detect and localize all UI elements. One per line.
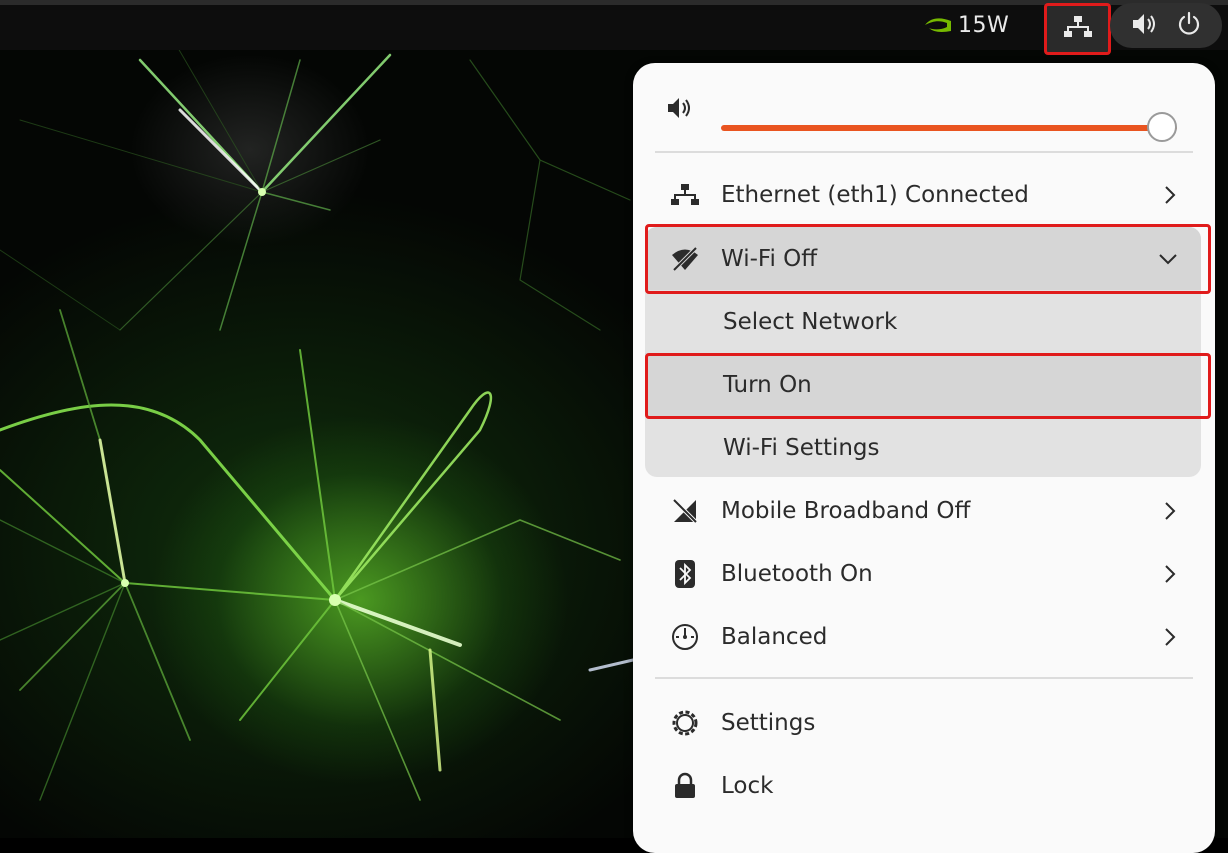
wifi-select-network[interactable]: Select Network bbox=[645, 290, 1201, 353]
wired-network-icon bbox=[661, 180, 709, 210]
mobile-broadband-off-icon bbox=[661, 496, 709, 526]
select-network-label: Select Network bbox=[723, 308, 898, 335]
settings-label: Settings bbox=[721, 709, 816, 736]
lock-label: Lock bbox=[721, 772, 774, 799]
wifi-settings-label: Wi-Fi Settings bbox=[723, 434, 880, 461]
nvidia-logo-icon bbox=[922, 14, 954, 36]
wifi-label: Wi-Fi Off bbox=[721, 245, 818, 272]
volume-slider-handle[interactable] bbox=[1147, 112, 1177, 142]
speaker-icon bbox=[666, 95, 694, 125]
quick-settings-menu: Ethernet (eth1) Connected Wi-Fi Off Sele… bbox=[633, 63, 1215, 853]
separator bbox=[655, 677, 1193, 679]
power-profile-row[interactable]: Balanced bbox=[633, 605, 1215, 668]
settings-row[interactable]: Settings bbox=[633, 691, 1215, 754]
speaker-icon bbox=[1131, 12, 1159, 40]
chevron-right-icon bbox=[1155, 564, 1185, 584]
network-indicator-button[interactable] bbox=[1044, 3, 1111, 55]
gear-icon bbox=[661, 708, 709, 738]
speedometer-icon bbox=[661, 622, 709, 652]
volume-slider-track[interactable] bbox=[721, 125, 1177, 131]
chevron-right-icon bbox=[1155, 627, 1185, 647]
bluetooth-row[interactable]: Bluetooth On bbox=[633, 542, 1215, 605]
bluetooth-label: Bluetooth On bbox=[721, 560, 873, 587]
top-bar: 15W bbox=[0, 0, 1228, 55]
mobile-broadband-label: Mobile Broadband Off bbox=[721, 497, 971, 524]
power-mode-label: 15W bbox=[958, 12, 1010, 38]
power-mode-indicator[interactable]: 15W bbox=[922, 0, 1016, 50]
power-profile-label: Balanced bbox=[721, 623, 828, 650]
lock-icon bbox=[661, 771, 709, 801]
chevron-right-icon bbox=[1155, 501, 1185, 521]
volume-row bbox=[633, 83, 1215, 142]
lock-row[interactable]: Lock bbox=[633, 754, 1215, 817]
chevron-right-icon bbox=[1155, 185, 1185, 205]
power-icon bbox=[1176, 11, 1202, 41]
wifi-turn-on[interactable]: Turn On bbox=[645, 353, 1201, 416]
turn-on-label: Turn On bbox=[723, 371, 812, 398]
ethernet-label: Ethernet (eth1) Connected bbox=[721, 181, 1029, 208]
separator bbox=[655, 151, 1193, 153]
mobile-broadband-row[interactable]: Mobile Broadband Off bbox=[633, 479, 1215, 542]
wifi-off-icon bbox=[661, 244, 709, 274]
system-menu-button[interactable] bbox=[1110, 3, 1222, 48]
chevron-down-icon bbox=[1153, 252, 1183, 266]
wired-network-icon bbox=[1063, 15, 1092, 43]
wifi-settings-item[interactable]: Wi-Fi Settings bbox=[645, 416, 1201, 479]
ethernet-row[interactable]: Ethernet (eth1) Connected bbox=[633, 163, 1215, 226]
wifi-row[interactable]: Wi-Fi Off bbox=[645, 227, 1201, 290]
bluetooth-icon bbox=[661, 559, 709, 589]
